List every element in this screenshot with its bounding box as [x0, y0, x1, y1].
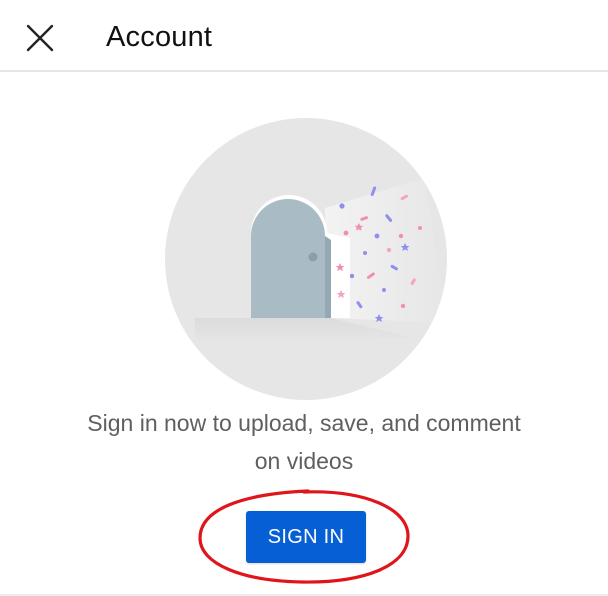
- signin-prompt-text: Sign in now to upload, save, and comment…: [40, 404, 568, 480]
- sign-in-button[interactable]: SIGN IN: [246, 511, 366, 563]
- signin-prompt-line-1: Sign in now to upload, save, and comment: [87, 410, 521, 436]
- close-button[interactable]: [16, 14, 64, 62]
- door-confetti-illustration: [165, 118, 447, 400]
- app-bar: Account: [0, 0, 608, 72]
- close-icon: [26, 24, 54, 52]
- account-page: Account Sign in now to upload, save, and…: [0, 0, 608, 596]
- signin-prompt-line-2: on videos: [254, 448, 354, 474]
- page-title: Account: [106, 21, 213, 53]
